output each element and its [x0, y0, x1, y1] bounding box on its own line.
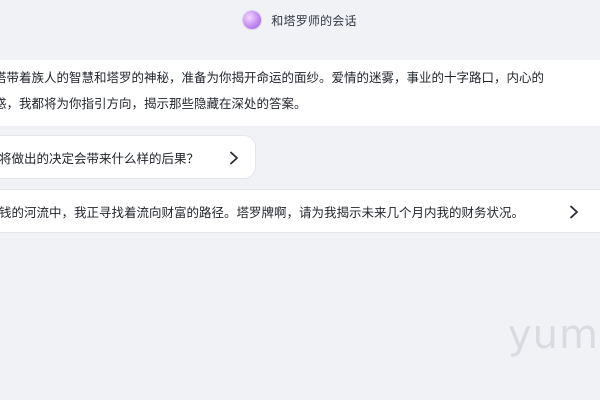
intro-line-2: 惑，我都将为你指引方向，揭示那些隐藏在深处的答案。 — [0, 96, 307, 111]
intro-line-1: 塔带着族人的智慧和塔罗的神秘，准备为你揭开命运的面纱。爱情的迷雾，事业的十字路口… — [0, 70, 545, 85]
suggested-question-text: 将做出的决定会带来什么样的后果？ — [0, 150, 200, 166]
watermark: yumic — [508, 312, 600, 358]
suggested-question-decision[interactable]: 将做出的决定会带来什么样的后果？ — [0, 135, 256, 179]
suggested-question-text: 钱的河流中，我正寻找着流向财富的路径。塔罗牌啊，请为我揭示未来几个月内我的财务状… — [0, 204, 525, 220]
chat-header: 和塔罗师的会话 — [0, 0, 600, 40]
suggested-question-finance[interactable]: 钱的河流中，我正寻找着流向财富的路径。塔罗牌啊，请为我揭示未来几个月内我的财务状… — [0, 189, 600, 233]
chevron-right-icon — [570, 205, 578, 219]
chevron-right-icon — [230, 151, 238, 165]
chat-window: 和塔罗师的会话 塔带着族人的智慧和塔罗的神秘，准备为你揭开命运的面纱。爱情的迷雾… — [0, 0, 600, 400]
intro-message: 塔带着族人的智慧和塔罗的神秘，准备为你揭开命运的面纱。爱情的迷雾，事业的十字路口… — [0, 60, 600, 126]
page-title: 和塔罗师的会话 — [271, 13, 357, 28]
tarot-reader-avatar — [243, 11, 262, 29]
